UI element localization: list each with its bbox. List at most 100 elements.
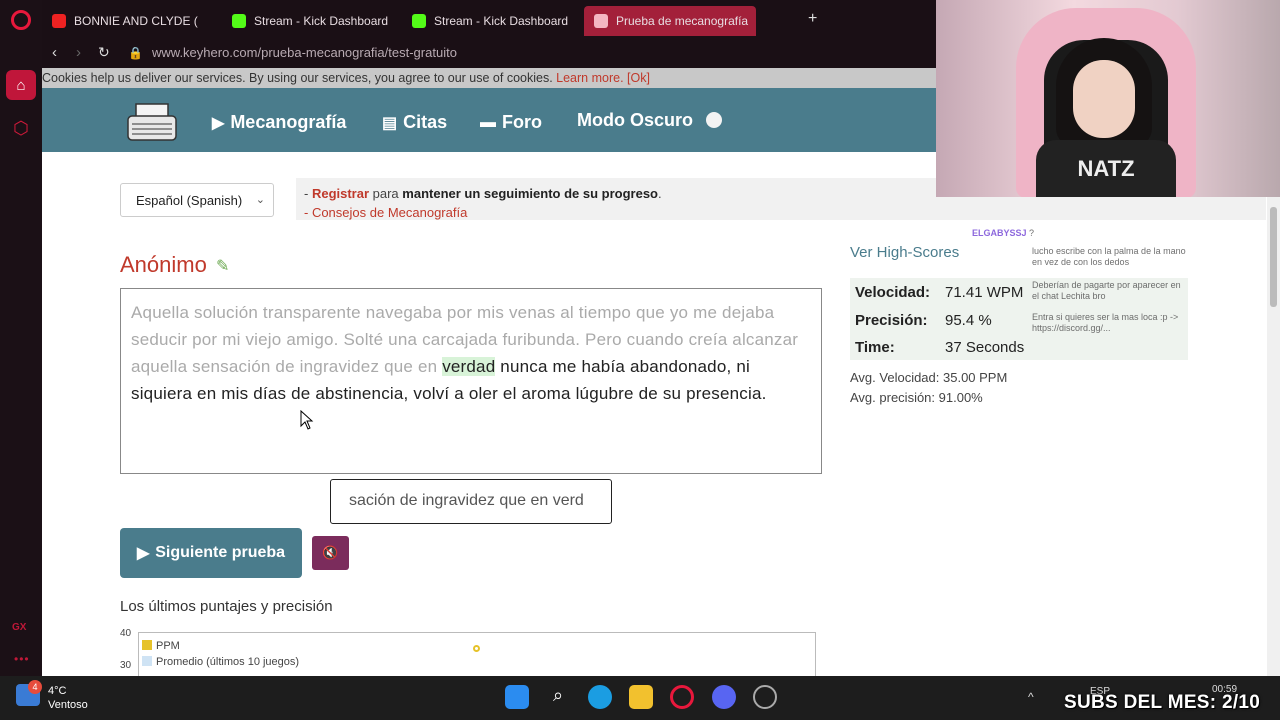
- tab-label: Stream - Kick Dashboard: [254, 14, 389, 28]
- kick-icon: [232, 14, 246, 28]
- windows-start-icon[interactable]: [505, 685, 529, 709]
- mute-button[interactable]: 🔇: [312, 536, 349, 570]
- tab-label: Prueba de mecanografía: [616, 14, 749, 28]
- speed-label: Velocidad:: [855, 284, 931, 301]
- language-select-value: Español (Spanish): [136, 193, 243, 208]
- chat-line: Deberían de pagarte por aparecer en el c…: [1032, 280, 1181, 301]
- mouse-cursor-icon: [300, 410, 314, 430]
- weather-desc: Ventoso: [48, 699, 88, 711]
- nav-forum[interactable]: ▬ Foro: [480, 112, 542, 133]
- test-text-box: Aquella solución transparente navegaba p…: [120, 288, 822, 474]
- chat-line: ELGABYSSJ ?: [972, 228, 1034, 238]
- reload-icon[interactable]: ↻: [98, 44, 110, 61]
- weather-widget[interactable]: 4 4°C Ventoso: [16, 680, 88, 712]
- y-tick: 30: [120, 660, 132, 671]
- tab-label: BONNIE AND CLYDE (: [74, 14, 198, 28]
- register-link[interactable]: Registrar: [312, 186, 369, 201]
- streamer-shirt: NATZ: [1036, 140, 1176, 197]
- info-bold: mantener un seguimiento de su progreso: [402, 186, 658, 201]
- url-field[interactable]: www.keyhero.com/prueba-mecanografia/test…: [152, 45, 457, 60]
- address-bar: ‹ › ↻ 🔒 www.keyhero.com/prueba-mecanogra…: [42, 40, 936, 68]
- opera-logo-icon[interactable]: [11, 10, 31, 30]
- forward-icon[interactable]: ›: [76, 44, 81, 61]
- nav-typing-label: Mecanografía: [230, 112, 347, 132]
- precision-label: Precisión:: [855, 312, 928, 329]
- avg-speed: Avg. Velocidad: 35.00 PPM: [850, 370, 1008, 385]
- cookie-bar: Cookies help us deliver our services. By…: [42, 68, 936, 88]
- nav-typing[interactable]: ▶ Mecanografía: [212, 112, 346, 133]
- dark-mode-toggle[interactable]: [706, 112, 722, 128]
- back-icon[interactable]: ‹: [52, 44, 57, 61]
- gx-corner-icon[interactable]: ⬡: [9, 118, 33, 142]
- edge-icon[interactable]: [588, 685, 612, 709]
- gx-icon[interactable]: GX: [12, 622, 26, 633]
- y-tick: 40: [120, 628, 132, 639]
- kick-icon: [412, 14, 426, 28]
- language-select[interactable]: Español (Spanish) ⌄: [120, 183, 274, 217]
- stream-chat-overlay: ELGABYSSJ ? lucho escribe con la palma d…: [942, 200, 1188, 350]
- opera-gx-icon[interactable]: [670, 685, 694, 709]
- current-word: verdad: [442, 357, 496, 376]
- scrollbar-thumb[interactable]: [1270, 207, 1277, 307]
- legend-avg: Promedio (últimos 10 juegos): [156, 656, 300, 668]
- cookie-ok-link[interactable]: [Ok]: [627, 71, 650, 85]
- chat-user: ELGABYSSJ: [972, 228, 1027, 238]
- dark-mode-label: Modo Oscuro: [577, 110, 693, 130]
- typewriter-logo-icon[interactable]: [126, 102, 178, 142]
- pencil-icon[interactable]: ✎: [216, 256, 234, 275]
- speaker-mute-icon: 🔇: [322, 545, 339, 560]
- keyhero-icon: [594, 14, 608, 28]
- site-header: ▶ Mecanografía ▤ Citas ▬ Foro Modo Oscur…: [42, 88, 936, 152]
- obs-icon[interactable]: [753, 685, 777, 709]
- tab-bar: BONNIE AND CLYDE ( Stream - Kick Dashboa…: [42, 0, 936, 40]
- cookie-learn-more-link[interactable]: Learn more.: [556, 71, 623, 85]
- scores-title: Los últimos puntajes y precisión: [120, 598, 333, 615]
- typing-input[interactable]: sación de ingravidez que en verd: [330, 479, 612, 524]
- search-icon[interactable]: ⌕: [546, 685, 570, 709]
- legend-ppm: PPM: [156, 640, 180, 652]
- subs-overlay: SUBS DEL MES: 2/10: [1064, 692, 1261, 713]
- cookie-text: Cookies help us deliver our services. By…: [42, 71, 553, 85]
- nav-quotes[interactable]: ▤ Citas: [382, 112, 447, 133]
- streamer-face: [1073, 60, 1135, 138]
- username: Anónimo: [120, 252, 207, 277]
- comment-icon: ▬: [480, 113, 496, 131]
- chart-point: [473, 645, 480, 652]
- weather-temp: 4°C: [48, 685, 67, 697]
- lock-icon: 🔒: [128, 46, 143, 60]
- more-icon[interactable]: •••: [14, 652, 30, 666]
- chat-line: Entra si quieres ser la mas loca :p -> h…: [1032, 312, 1179, 333]
- next-test-button[interactable]: ▶ Siguiente prueba: [120, 528, 302, 578]
- info-dash: -: [304, 186, 312, 201]
- tab-kick-2[interactable]: Stream - Kick Dashboard: [412, 6, 568, 36]
- avg-precision: Avg. precisión: 91.00%: [850, 390, 983, 405]
- info-end: .: [658, 186, 662, 201]
- tab-keyhero[interactable]: Prueba de mecanografía: [584, 6, 756, 36]
- nav-quotes-label: Citas: [403, 112, 448, 132]
- webcam-overlay: NATZ: [936, 0, 1280, 197]
- tab-youtube[interactable]: BONNIE AND CLYDE (: [52, 6, 212, 36]
- nav-dark-mode: Modo Oscuro: [577, 110, 693, 131]
- tab-kick-1[interactable]: Stream - Kick Dashboard: [232, 6, 388, 36]
- chevron-down-icon: ⌄: [255, 194, 265, 206]
- next-test-label: Siguiente prueba: [155, 544, 286, 561]
- browser-sidebar: ⌂ ⬡ GX •••: [0, 0, 42, 676]
- weather-icon: 4: [16, 680, 42, 706]
- tray-chevron-icon[interactable]: ^: [1028, 690, 1034, 704]
- info-mid: para: [369, 186, 403, 201]
- chart-legend: PPM Promedio (últimos 10 juegos): [142, 638, 299, 670]
- new-tab-button[interactable]: +: [808, 10, 817, 28]
- notification-badge: 4: [28, 680, 42, 694]
- discord-icon[interactable]: [712, 685, 736, 709]
- play-icon: ▶: [136, 545, 150, 562]
- time-label: Time:: [855, 339, 895, 356]
- ppm-swatch: [142, 640, 152, 650]
- tab-label: Stream - Kick Dashboard: [434, 14, 569, 28]
- page-scrollbar[interactable]: [1267, 197, 1280, 676]
- play-icon: ▶: [212, 114, 225, 132]
- youtube-icon: [52, 14, 66, 28]
- book-icon: ▤: [382, 114, 398, 132]
- home-icon[interactable]: ⌂: [6, 70, 36, 100]
- nav-forum-label: Foro: [502, 112, 542, 132]
- file-explorer-icon[interactable]: [629, 685, 653, 709]
